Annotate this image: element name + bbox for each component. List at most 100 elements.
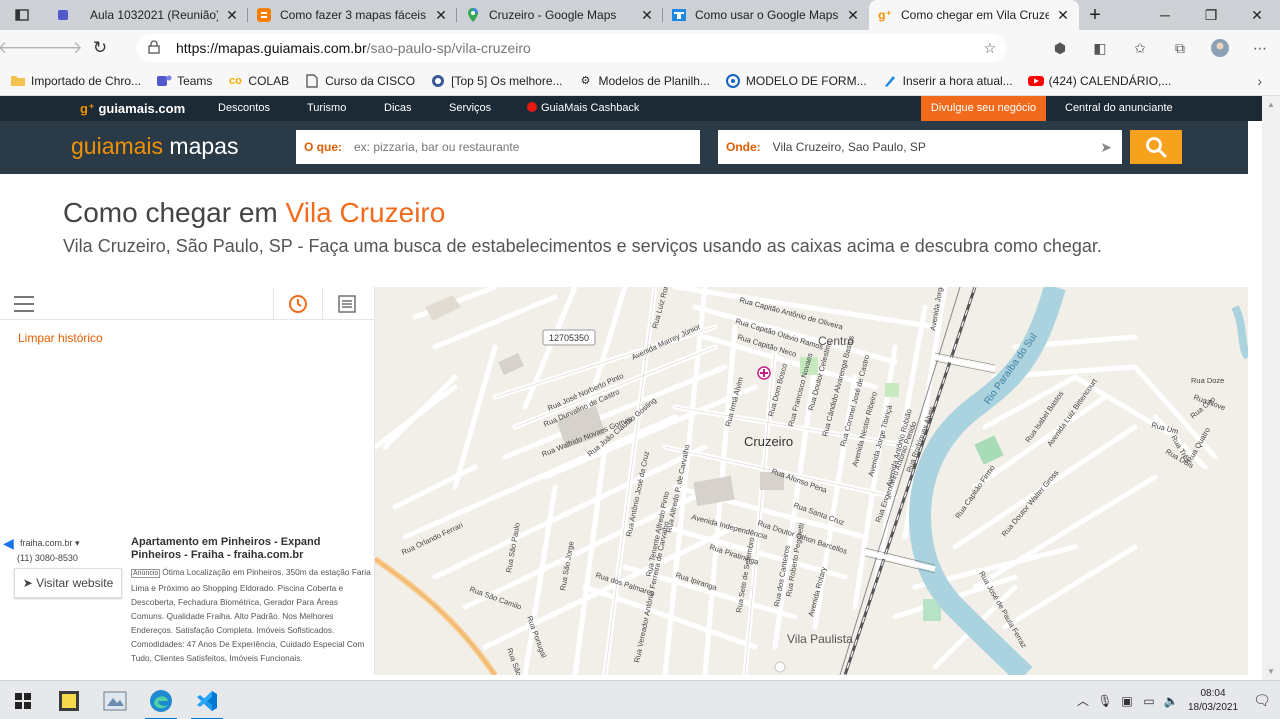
tab-actions-button[interactable] (0, 0, 44, 30)
nav-servicos[interactable]: Serviços (449, 96, 491, 121)
visit-website-button[interactable]: ➤ Visitar website (14, 568, 122, 598)
minimize-icon[interactable]: ─ (1142, 0, 1188, 30)
street-label: Rua Doze (1191, 376, 1224, 385)
clock-date: 18/03/2021 (1187, 701, 1239, 713)
tab-title: Cruzeiro - Google Maps (489, 8, 617, 22)
bookmark-label: MODELO DE FORM... (745, 73, 867, 88)
close-tab-icon[interactable]: ✕ (1055, 7, 1071, 24)
ad-domain[interactable]: fraiha.com.br ▾ (20, 538, 80, 549)
tab-aula[interactable]: Aula 1032021 (Reunião) ✕ (44, 0, 248, 30)
reload-button[interactable]: ↻ (80, 30, 120, 66)
tab-title: Como usar o Google Maps - (695, 8, 839, 22)
what-search-input[interactable]: O que: ex: pizzaria, bar ou restaurante (296, 130, 700, 164)
history-tab[interactable] (273, 287, 321, 320)
colab-icon: co (228, 74, 242, 87)
taskbar-app-edge[interactable] (138, 681, 184, 719)
profile-avatar-icon[interactable] (1200, 30, 1240, 66)
taskbar-app-snip[interactable] (92, 681, 138, 719)
scroll-down-icon[interactable]: ▼ (1267, 667, 1275, 676)
route-panel: Limpar histórico ◀ fraiha.com.br ▾ (11) … (0, 287, 375, 675)
bookmark-imported[interactable]: Importado de Chro... (10, 74, 141, 88)
map-label-vila-paulista: Vila Paulista (787, 632, 853, 646)
ad-phone[interactable]: (11) 3080-8530 (17, 553, 78, 563)
tab-como-usar[interactable]: Como usar o Google Maps - ✕ (663, 0, 869, 30)
bookmark-cisco[interactable]: Curso da CISCO (304, 74, 415, 88)
close-tab-icon[interactable]: ✕ (433, 7, 449, 24)
scroll-up-icon[interactable]: ▲ (1267, 100, 1275, 109)
where-value: Vila Cruzeiro, Sao Paulo, SP (772, 140, 926, 154)
page-icon (304, 73, 320, 88)
tab-actions-icon (15, 9, 29, 21)
nav-dicas[interactable]: Dicas (384, 96, 412, 121)
close-tab-icon[interactable]: ✕ (224, 7, 240, 24)
tab-guiamais-active[interactable]: g⁺ Como chegar em Vila Cruzeir ✕ (869, 0, 1079, 30)
shield-extension-icon[interactable]: ⬢ (1040, 30, 1080, 66)
map-canvas[interactable]: 12705350 Centro Cruzeiro Vila Paulista R… (375, 287, 1248, 675)
meet-now-icon[interactable]: ▣ (1116, 694, 1138, 708)
bookmark-top5[interactable]: [Top 5] Os melhore... (430, 74, 563, 88)
new-tab-button[interactable]: + (1079, 0, 1111, 30)
divulgue-button[interactable]: Divulgue seu negócio (921, 96, 1046, 121)
bookmark-planilhas[interactable]: ⚙ Modelos de Planilh... (578, 74, 710, 88)
tab-title: Como fazer 3 mapas fáceis co (280, 8, 427, 22)
locate-icon[interactable]: ➤ (1100, 139, 1112, 156)
windows-icon (15, 692, 31, 709)
forward-button[interactable]: 🡒 (37, 30, 83, 66)
microphone-icon[interactable]: 🎙 (1094, 694, 1116, 708)
nav-cashback[interactable]: GuiaMais Cashback (527, 96, 639, 121)
clock-time: 08:04 (1200, 687, 1226, 699)
bookmark-modelo-form[interactable]: MODELO DE FORM... (725, 73, 867, 88)
search-header: guiamais mapas O que: ex: pizzaria, bar … (0, 121, 1248, 174)
show-hidden-icons[interactable]: ︿ (1072, 692, 1094, 709)
bookmark-colab[interactable]: co COLAB (227, 74, 289, 88)
bookmark-label: Importado de Chro... (31, 73, 142, 88)
list-tab[interactable] (322, 287, 370, 320)
page-title: Como chegar em Vila Cruzeiro (63, 197, 446, 228)
bookmark-youtube[interactable]: (424) CALENDÁRIO,... (1027, 74, 1171, 88)
search-button[interactable] (1130, 130, 1182, 164)
taskbar-app-vscode[interactable] (184, 681, 230, 719)
vscode-icon (197, 690, 217, 711)
start-button[interactable] (0, 681, 46, 719)
notifications-icon[interactable]: 🗨 (1244, 692, 1280, 709)
ad-title[interactable]: Apartamento em Pinheiros - Expand Pinhei… (131, 536, 341, 562)
more-menu-icon[interactable]: ⋯ (1240, 30, 1280, 66)
volume-icon[interactable]: 🔈 (1160, 694, 1182, 708)
maximize-icon[interactable]: ❐ (1188, 0, 1234, 30)
bookmarks-overflow-icon[interactable]: › (1257, 73, 1262, 89)
central-anunciante-link[interactable]: Central do anunciante (1065, 96, 1173, 121)
collections-icon[interactable]: ⧉ (1160, 30, 1200, 66)
window-controls: ─ ❐ ✕ (1142, 0, 1280, 30)
tab-mapas-faceis[interactable]: Como fazer 3 mapas fáceis co ✕ (248, 0, 457, 30)
site-top-nav: g⁺ guiamais.com Descontos Turismo Dicas … (0, 96, 1262, 121)
bookmarks-bar: Importado de Chro... Teams co COLAB Curso… (0, 66, 1280, 96)
nav-descontos[interactable]: Descontos (218, 96, 270, 121)
youtube-icon (1027, 74, 1044, 88)
favorites-icon[interactable]: ✩ (1120, 30, 1160, 66)
page-subtitle: Vila Cruzeiro, São Paulo, SP - Faça uma … (63, 236, 1102, 256)
extension-icon[interactable]: ◧ (1080, 30, 1120, 66)
bookmark-label: Inserir a hora atual... (902, 73, 1013, 88)
clear-history-link[interactable]: Limpar histórico (18, 331, 103, 345)
taskbar-app-sticky[interactable] (46, 681, 92, 719)
network-icon[interactable]: ▭ (1138, 694, 1160, 708)
where-search-input[interactable]: Onde: Vila Cruzeiro, Sao Paulo, SP ➤ (718, 130, 1122, 164)
guiamais-logo-small[interactable]: g⁺ guiamais.com (80, 101, 185, 117)
clock[interactable]: 08:04 18/03/2021 (1182, 687, 1244, 715)
tab-google-maps[interactable]: Cruzeiro - Google Maps ✕ (457, 0, 663, 30)
add-favorite-icon[interactable]: ☆ (983, 40, 996, 57)
map-view[interactable]: 12705350 Centro Cruzeiro Vila Paulista R… (375, 287, 1248, 675)
url-field[interactable]: https://mapas.guiamais.com.br/sao-paulo-… (136, 34, 1006, 62)
ad-choices-icon[interactable]: ◀ (3, 535, 14, 552)
bookmark-teams[interactable]: Teams (156, 74, 212, 88)
nav-turismo[interactable]: Turismo (307, 96, 346, 121)
menu-icon[interactable] (14, 296, 34, 317)
ad-tag: Anúncio (131, 569, 161, 578)
close-tab-icon[interactable]: ✕ (639, 7, 655, 24)
page-scrollbar[interactable]: ▲ ▼ (1262, 96, 1280, 680)
back-button[interactable]: 🡐 (0, 30, 43, 66)
guiamais-mapas-logo[interactable]: guiamais mapas (71, 133, 238, 160)
close-window-icon[interactable]: ✕ (1234, 0, 1280, 30)
bookmark-inserir-hora[interactable]: Inserir a hora atual... (882, 74, 1013, 88)
close-tab-icon[interactable]: ✕ (845, 7, 861, 24)
